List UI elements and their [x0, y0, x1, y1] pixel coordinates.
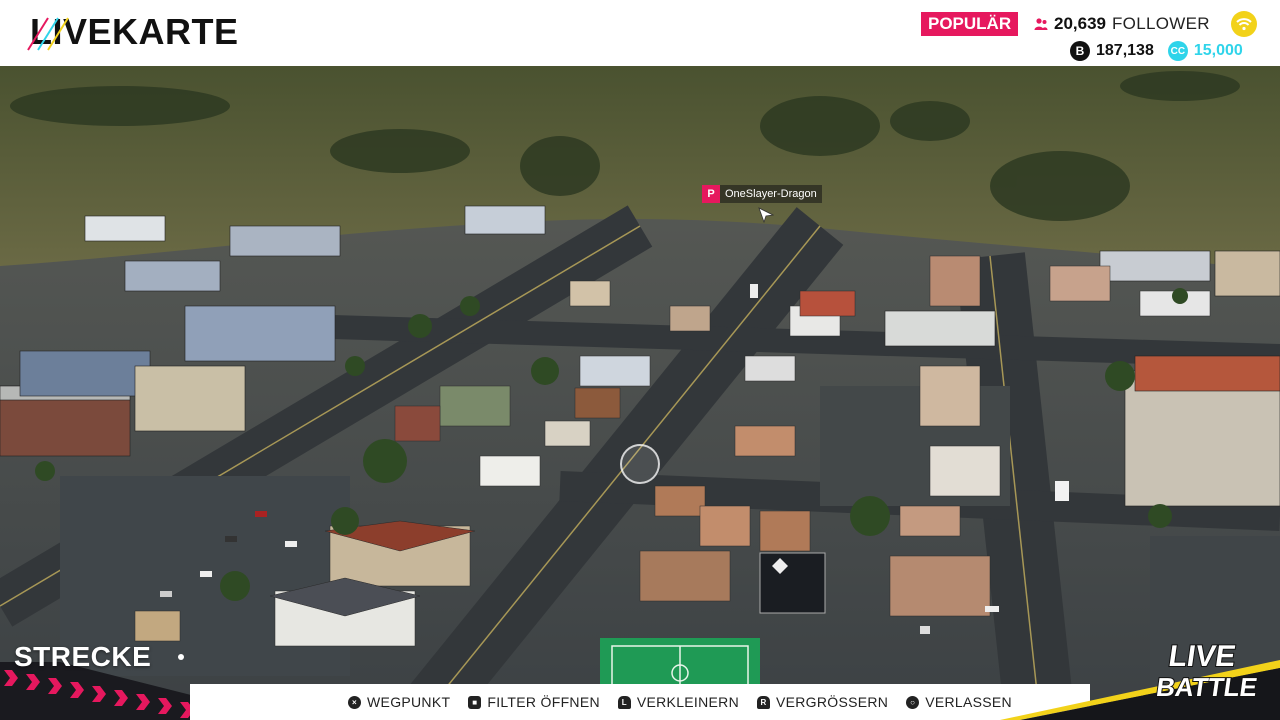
l2-trigger-icon: L [617, 695, 631, 709]
bank-balance: 187,138 [1096, 42, 1154, 59]
player-name: OneSlayer-Dragon [720, 185, 822, 203]
control-label: VERGRÖSSERN [775, 694, 889, 710]
control-zoom-out[interactable]: L VERKLEINERN [617, 694, 739, 710]
livekarte-logo: LIVEKARTE [27, 10, 239, 54]
bank-coin-icon: B [1070, 41, 1090, 61]
follower-label: FOLLOWER [1112, 14, 1210, 33]
control-zoom-in[interactable]: R VERGRÖSSERN [756, 694, 889, 710]
route-label: STRECKE [14, 641, 152, 672]
cc-coin-icon: CC [1167, 41, 1188, 61]
controls-bar: × WEGPUNKT ■ FILTER ÖFFNEN L VERKLEINERN… [190, 684, 1090, 720]
square-button-icon: ■ [468, 695, 482, 709]
cross-button-icon: × [348, 695, 362, 709]
brand-line2: BATTLE [1154, 672, 1259, 702]
people-icon [1034, 18, 1048, 30]
player-badge: P [702, 185, 720, 203]
popular-badge: POPULÄR [921, 12, 1019, 36]
control-label: FILTER ÖFFNEN [487, 694, 600, 710]
r2-trigger-icon: R [756, 695, 770, 709]
city-map[interactable] [0, 66, 1280, 720]
follower-stats: 20,639 FOLLOWER [1034, 13, 1210, 35]
control-exit[interactable]: ○ VERLASSEN [906, 694, 1012, 710]
live-battle-logo: LIVE BATTLE [1153, 639, 1260, 703]
map-cursor[interactable] [620, 444, 660, 484]
live-map-screen: P OneSlayer-Dragon LIVEKARTE POPULÄR 20,… [0, 0, 1280, 720]
logo-slash-icon [27, 17, 69, 51]
currency-stats: B 187,138 CC 15,000 [1070, 40, 1243, 62]
wifi-icon [1231, 11, 1257, 37]
circle-button-icon: ○ [906, 695, 920, 709]
control-label: WEGPUNKT [367, 694, 451, 710]
player-location-tag[interactable]: P OneSlayer-Dragon [702, 185, 822, 203]
cc-balance: 15,000 [1193, 42, 1243, 59]
player-arrow-icon [758, 207, 774, 223]
control-label: VERKLEINERN [636, 694, 739, 710]
control-label: VERLASSEN [925, 694, 1012, 710]
top-bar: LIVEKARTE POPULÄR 20,639 FOLLOWER B 187,… [0, 0, 1280, 66]
follower-count: 20,639 [1054, 14, 1106, 33]
route-dot [178, 654, 184, 660]
control-open-filter[interactable]: ■ FILTER ÖFFNEN [468, 694, 600, 710]
control-waypoint[interactable]: × WEGPUNKT [348, 694, 450, 710]
brand-line1: LIVE [1167, 640, 1238, 673]
